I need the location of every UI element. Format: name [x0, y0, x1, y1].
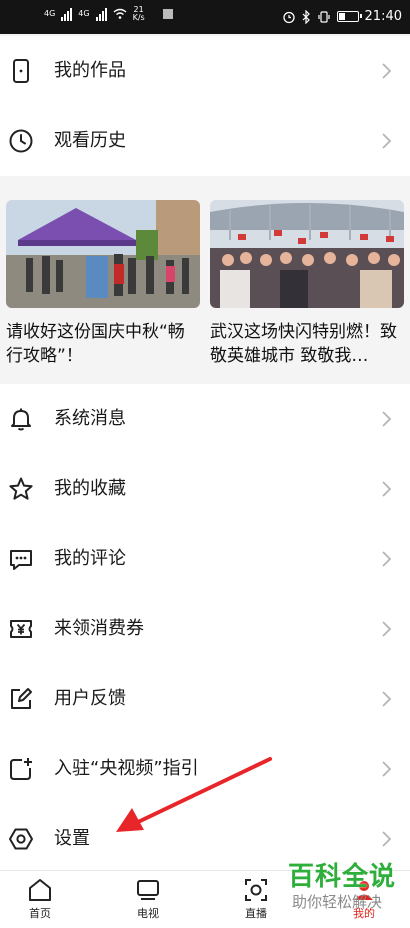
- chevron-right-icon: [382, 691, 392, 707]
- news-image: [210, 200, 404, 308]
- menu-my-favorites[interactable]: 我的收藏: [0, 454, 410, 524]
- news-image: [6, 200, 200, 308]
- menu-my-comments[interactable]: 我的评论: [0, 524, 410, 594]
- network-type-1: 4G: [44, 9, 56, 18]
- chevron-right-icon: [382, 551, 392, 567]
- menu-label: 用户反馈: [54, 688, 126, 709]
- bell-icon: [11, 408, 31, 431]
- menu-coupons[interactable]: 来领消费券: [0, 594, 410, 664]
- network-speed: 21 K/s: [133, 6, 145, 22]
- menu-label: 我的评论: [54, 548, 126, 569]
- menu-label: 来领消费券: [54, 618, 144, 639]
- watermark-subtitle: 助你轻松解决: [292, 893, 383, 911]
- wifi-icon: [113, 8, 127, 19]
- news-card[interactable]: 武汉这场快闪特别燃！致敬英雄城市 致敬我…: [210, 200, 404, 368]
- nav-label: 直播: [245, 907, 267, 920]
- watermark: 百科全说 助你轻松解决: [288, 862, 410, 912]
- nav-label: 首页: [29, 907, 51, 920]
- news-card[interactable]: 请收好这份国庆中秋“畅行攻略”！: [6, 200, 200, 368]
- menu-label: 我的收藏: [54, 478, 126, 499]
- chevron-right-icon: [382, 831, 392, 847]
- coupon-icon: [10, 620, 32, 638]
- menu-label: 我的作品: [54, 60, 126, 81]
- live-icon: [245, 879, 267, 901]
- signal-icon: [61, 7, 73, 21]
- chevron-right-icon: [382, 63, 392, 79]
- menu-feedback[interactable]: 用户反馈: [0, 664, 410, 734]
- news-thumbnail: [6, 200, 200, 308]
- news-title: 武汉这场快闪特别燃！致敬英雄城市 致敬我…: [210, 322, 397, 366]
- annotation-arrow: [116, 757, 272, 832]
- menu-label: 系统消息: [54, 408, 126, 429]
- battery-fill: [338, 13, 346, 20]
- alarm-icon: [282, 11, 295, 23]
- menu-my-works[interactable]: 我的作品: [0, 36, 410, 106]
- menu-system-messages[interactable]: 系统消息: [0, 384, 410, 454]
- status-bar: 4G 4G 21 K/s 21:40: [0, 0, 410, 34]
- speed-unit: K/s: [132, 13, 145, 22]
- news-thumbnail: [210, 200, 404, 308]
- news-title: 请收好这份国庆中秋“畅行攻略”！: [6, 322, 185, 366]
- history-news-section: 请收好这份国庆中秋“畅行攻略”！ 武汉这场快闪特别燃！致敬英雄城市 致敬我…: [0, 176, 410, 384]
- menu-label: 观看历史: [54, 130, 126, 151]
- phone-icon: [13, 59, 29, 83]
- home-icon: [29, 879, 51, 901]
- clock-icon: [9, 129, 33, 153]
- nav-label: 电视: [137, 907, 159, 920]
- settings-icon: [9, 828, 33, 850]
- nav-tv[interactable]: 电视: [118, 877, 178, 921]
- chevron-right-icon: [382, 133, 392, 149]
- status-right: 21:40: [282, 9, 402, 24]
- nav-live[interactable]: 直播: [226, 877, 286, 921]
- status-left: 4G 4G 21 K/s: [44, 6, 173, 22]
- vibrate-icon: [317, 10, 330, 23]
- edit-icon: [11, 688, 32, 709]
- chevron-right-icon: [382, 621, 392, 637]
- chevron-right-icon: [382, 411, 392, 427]
- menu-label: 设置: [54, 828, 90, 849]
- battery-icon: [336, 11, 362, 22]
- status-time: 21:40: [364, 9, 402, 24]
- chevron-right-icon: [382, 761, 392, 777]
- join-icon: [10, 758, 32, 780]
- nav-home[interactable]: 首页: [10, 877, 70, 921]
- star-icon: [9, 477, 33, 500]
- chevron-right-icon: [382, 481, 392, 497]
- bluetooth-icon: [302, 9, 310, 24]
- tv-icon: [137, 880, 159, 900]
- notification-icon: [162, 9, 173, 19]
- comment-icon: [10, 550, 32, 570]
- network-type-2: 4G: [78, 9, 90, 18]
- signal-icon-2: [95, 7, 107, 21]
- watermark-title: 百科全说: [288, 862, 397, 892]
- menu-watch-history[interactable]: 观看历史: [0, 106, 410, 176]
